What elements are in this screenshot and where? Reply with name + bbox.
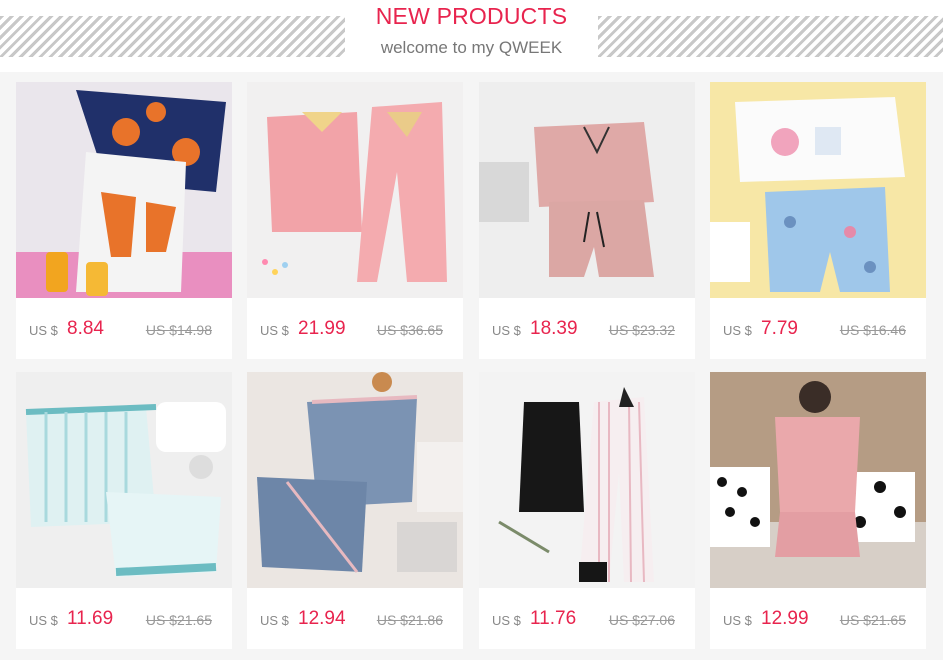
product-card[interactable]: US $ 11.69 US $21.65 (16, 372, 232, 649)
product-card[interactable]: US $ 18.39 US $23.32 (479, 82, 695, 359)
product-image[interactable] (710, 372, 926, 588)
currency-label: US $ (260, 613, 289, 628)
product-image[interactable] (16, 372, 232, 588)
product-image[interactable] (247, 372, 463, 588)
product-card[interactable]: US $ 11.76 US $27.06 (479, 372, 695, 649)
currency-label: US $ (723, 613, 752, 628)
price-row: US $ 8.84 US $14.98 (16, 298, 232, 359)
price-row: US $ 11.69 US $21.65 (16, 588, 232, 649)
product-card[interactable]: US $ 8.84 US $14.98 (16, 82, 232, 359)
original-price: US $27.06 (608, 612, 675, 628)
original-price: US $36.65 (376, 322, 443, 338)
sale-price: 7.79 (761, 318, 798, 339)
original-price: US $14.98 (145, 322, 212, 338)
price-row: US $ 12.99 US $21.65 (710, 588, 926, 649)
price-row: US $ 18.39 US $23.32 (479, 298, 695, 359)
currency-label: US $ (29, 323, 58, 338)
product-image[interactable] (247, 82, 463, 298)
product-card[interactable]: US $ 21.99 US $36.65 (247, 82, 463, 359)
product-card[interactable]: US $ 12.99 US $21.65 (710, 372, 926, 649)
sale-price: 18.39 (530, 318, 578, 339)
product-card[interactable]: US $ 7.79 US $16.46 (710, 82, 926, 359)
price-row: US $ 12.94 US $21.86 (247, 588, 463, 649)
sale-price: 8.84 (67, 318, 104, 339)
currency-label: US $ (723, 323, 752, 338)
product-image[interactable] (479, 372, 695, 588)
price-row: US $ 11.76 US $27.06 (479, 588, 695, 649)
original-price: US $23.32 (608, 322, 675, 338)
price-row: US $ 21.99 US $36.65 (247, 298, 463, 359)
product-image[interactable] (479, 82, 695, 298)
sale-price: 12.94 (298, 608, 346, 629)
product-image[interactable] (710, 82, 926, 298)
currency-label: US $ (29, 613, 58, 628)
sale-price: 11.69 (67, 608, 114, 629)
currency-label: US $ (260, 323, 289, 338)
price-row: US $ 7.79 US $16.46 (710, 298, 926, 359)
original-price: US $21.65 (839, 612, 906, 628)
product-grid: US $ 8.84 US $14.98 US $ 21.99 US $36.65 (0, 0, 943, 660)
currency-label: US $ (492, 323, 521, 338)
product-image[interactable] (16, 82, 232, 298)
product-card[interactable]: US $ 12.94 US $21.86 (247, 372, 463, 649)
sale-price: 11.76 (530, 608, 577, 629)
currency-label: US $ (492, 613, 521, 628)
original-price: US $21.65 (145, 612, 212, 628)
original-price: US $21.86 (376, 612, 443, 628)
original-price: US $16.46 (839, 322, 906, 338)
sale-price: 21.99 (298, 318, 346, 339)
sale-price: 12.99 (761, 608, 809, 629)
